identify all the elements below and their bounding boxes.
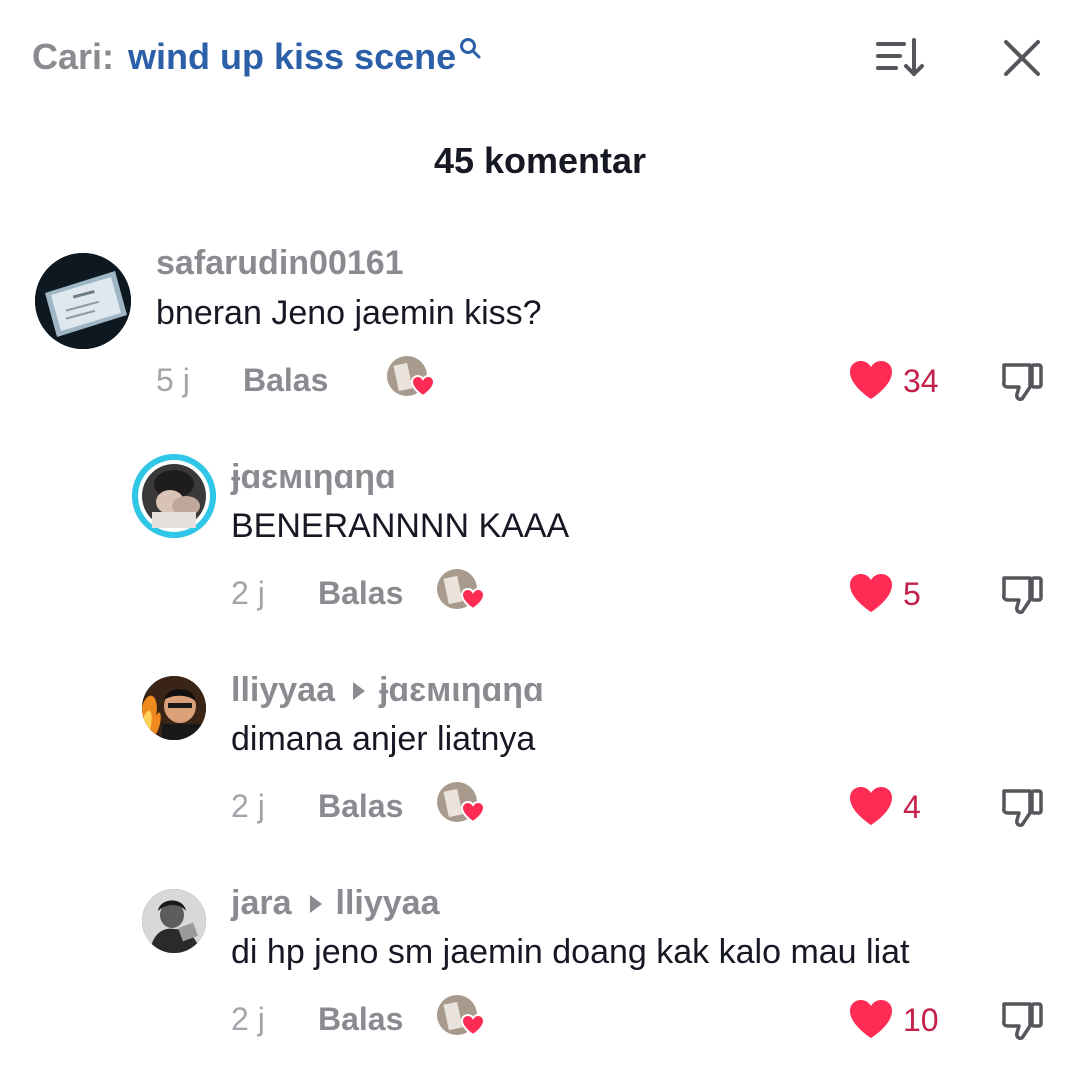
close-icon[interactable] <box>998 34 1046 82</box>
thumbs-down-icon[interactable] <box>1000 572 1046 616</box>
creator-liked-icon <box>437 782 484 824</box>
avatar[interactable] <box>142 889 206 953</box>
comment-text: BENERANNNN KAAA <box>231 507 570 545</box>
creator-liked-icon <box>437 569 484 611</box>
reply-to-username[interactable]: ɉɑɛмιηɑηɑ <box>379 671 544 710</box>
avatar[interactable] <box>132 454 216 538</box>
like-count: 5 <box>903 576 921 612</box>
like-count: 4 <box>903 789 921 825</box>
search-bar[interactable]: Cari: wind up kiss scene <box>32 36 482 86</box>
reply-to-username[interactable]: lliyyaa <box>336 884 440 923</box>
like-count: 34 <box>903 363 939 399</box>
reply-button[interactable]: Balas <box>243 362 328 399</box>
comment-time: 2 j <box>231 788 265 824</box>
search-label: Cari: <box>32 36 115 77</box>
search-icon[interactable] <box>458 36 482 60</box>
avatar[interactable] <box>142 676 206 740</box>
thumbs-down-icon[interactable] <box>1000 998 1046 1042</box>
comment-username[interactable]: lliyyaa ɉɑɛмιηɑηɑ <box>231 671 544 710</box>
reply-to-arrow-icon <box>352 681 365 700</box>
comment-count-title: 45 komentar <box>433 140 647 181</box>
heart-icon[interactable] <box>848 998 894 1040</box>
creator-liked-icon <box>437 995 484 1037</box>
comment-time: 2 j <box>231 1001 265 1037</box>
comment-text: dimana anjer liatnya <box>231 720 536 758</box>
username-text[interactable]: safarudin00161 <box>156 244 404 283</box>
thumbs-down-icon[interactable] <box>1000 359 1046 403</box>
comment-username[interactable]: safarudin00161 <box>156 244 404 283</box>
creator-liked-icon <box>387 356 434 398</box>
reply-to-arrow-icon <box>309 894 322 913</box>
username-text[interactable]: ɉɑɛмιηɑηɑ <box>231 458 396 497</box>
reply-button[interactable]: Balas <box>318 788 403 825</box>
heart-icon[interactable] <box>848 572 894 614</box>
username-text[interactable]: lliyyaa <box>231 671 335 710</box>
avatar[interactable] <box>35 253 131 349</box>
reply-button[interactable]: Balas <box>318 1001 403 1038</box>
sort-icon[interactable] <box>874 36 926 80</box>
comment-text: di hp jeno sm jaemin doang kak kalo mau … <box>231 933 910 971</box>
thumbs-down-icon[interactable] <box>1000 785 1046 829</box>
comment-text: bneran Jeno jaemin kiss? <box>156 294 542 332</box>
username-text[interactable]: jara <box>231 884 292 923</box>
heart-icon[interactable] <box>848 785 894 827</box>
search-query[interactable]: wind up kiss scene <box>128 36 456 78</box>
heart-icon[interactable] <box>848 359 894 401</box>
comment-username[interactable]: ɉɑɛмιηɑηɑ <box>231 458 396 497</box>
reply-button[interactable]: Balas <box>318 575 403 612</box>
comments-sheet: Cari: wind up kiss scene 45 komentar saf… <box>0 0 1080 1080</box>
like-count: 10 <box>903 1002 939 1038</box>
comment-time: 5 j <box>156 362 190 398</box>
comment-username[interactable]: jara lliyyaa <box>231 884 439 923</box>
comment-time: 2 j <box>231 575 265 611</box>
